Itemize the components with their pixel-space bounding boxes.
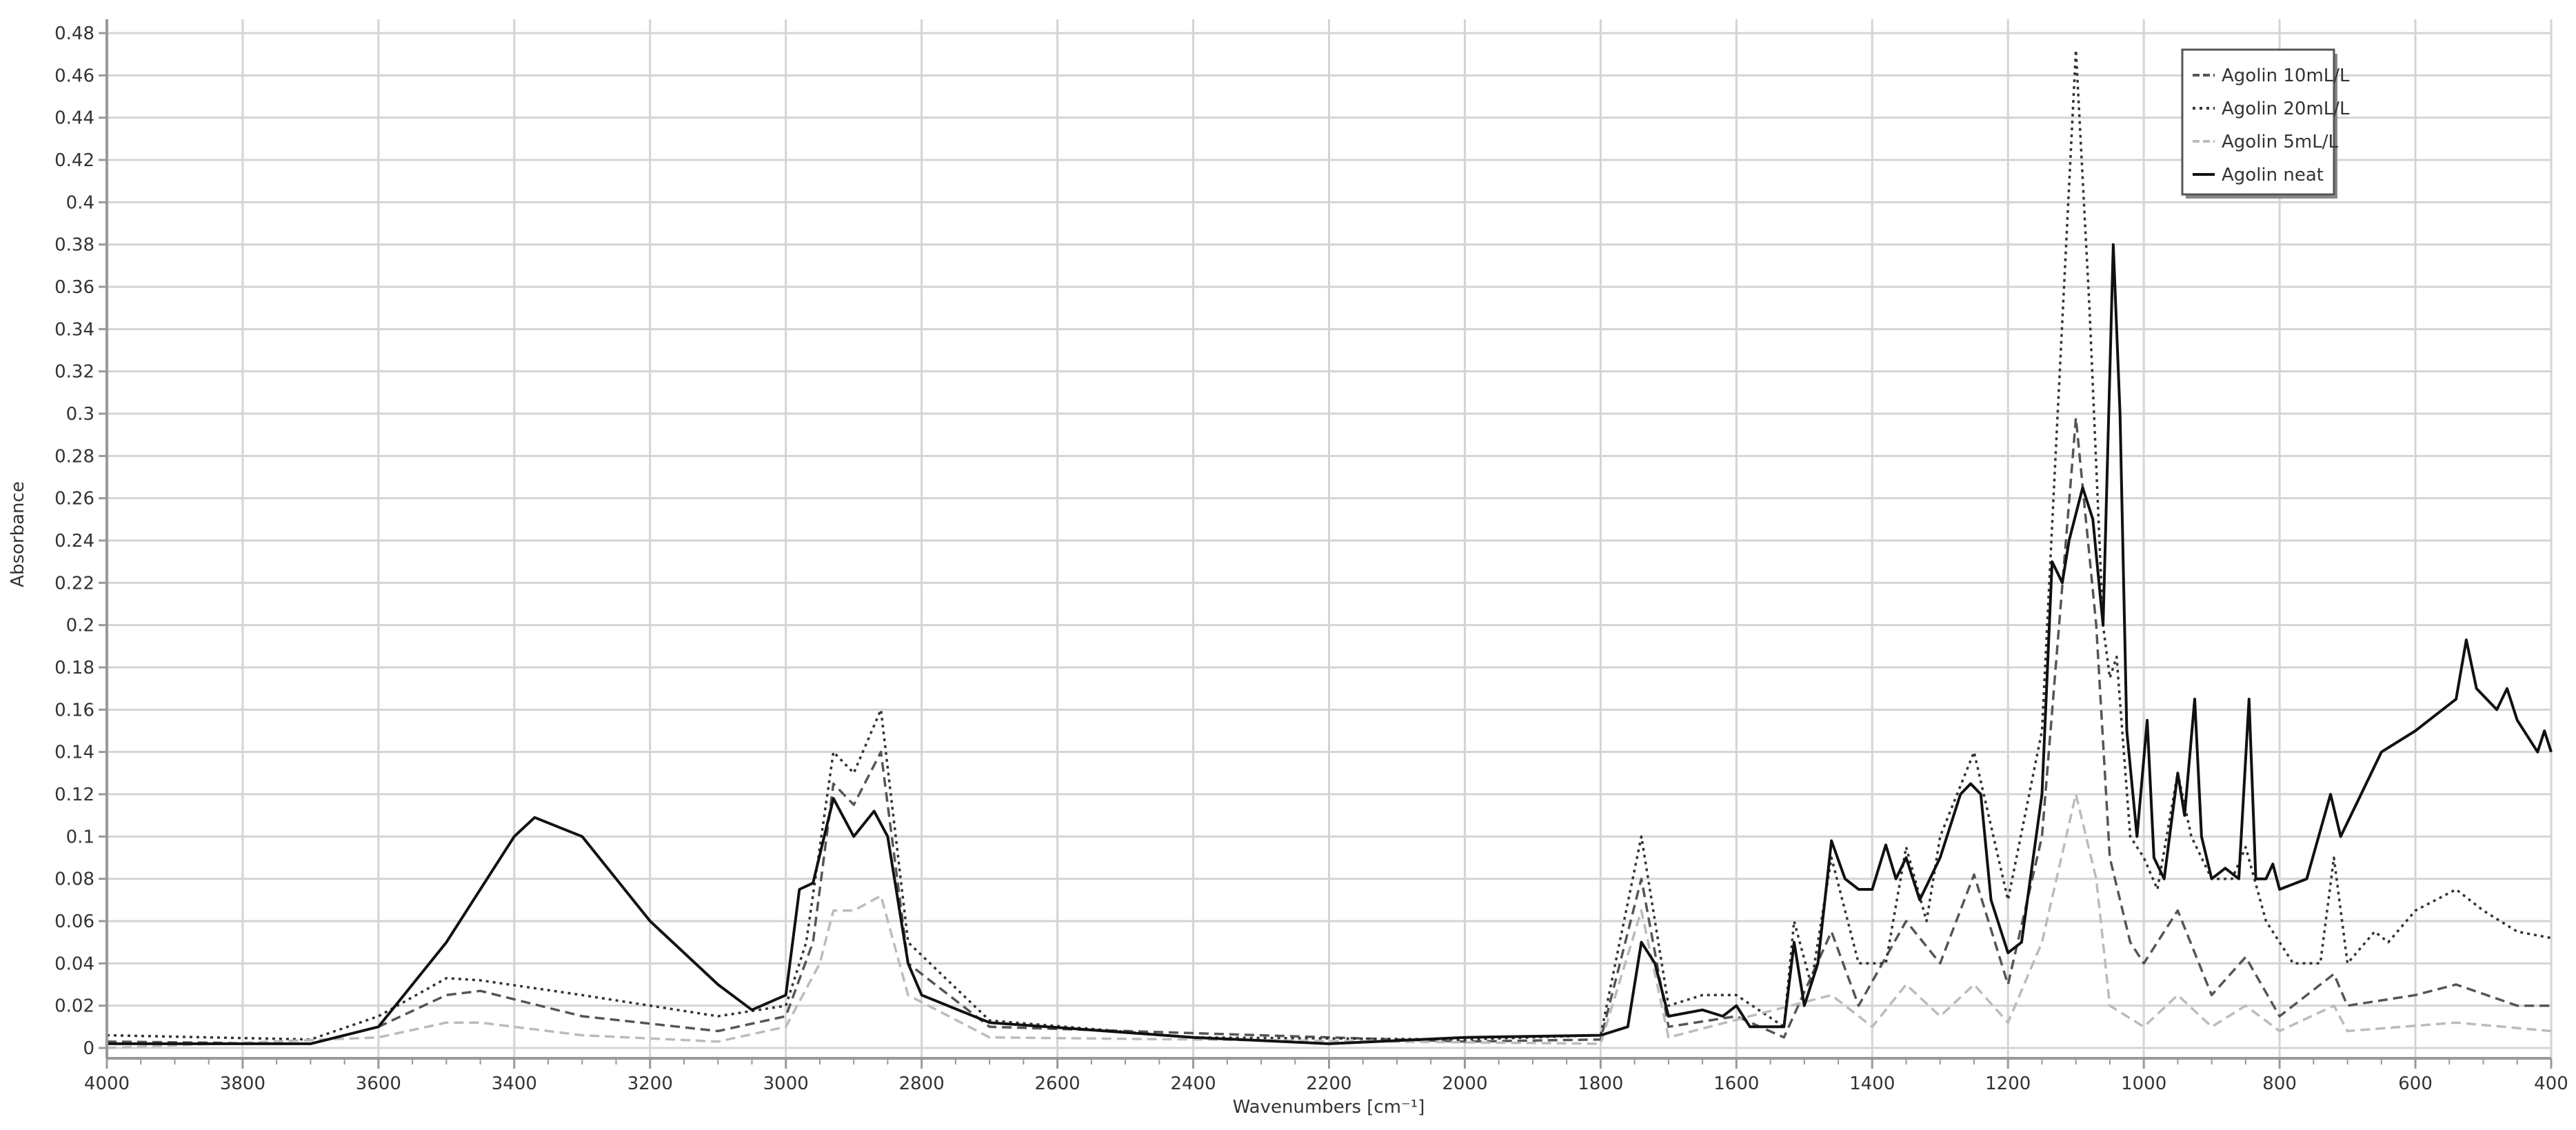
y-tick-label: 0.36 [54, 277, 94, 298]
x-tick-label: 1000 [2121, 1073, 2166, 1094]
y-tick-label: 0.02 [54, 996, 94, 1017]
x-tick-label: 1200 [1985, 1073, 2031, 1094]
y-tick-label: 0.46 [54, 65, 94, 86]
legend: Agolin 10mL/L Agolin 20mL/L Agolin 5mL/L Ag… [2181, 48, 2350, 199]
x-axis-label: Wavenumbers [cm⁻¹] [1233, 1097, 1425, 1118]
x-tick-label: 2200 [1306, 1073, 1351, 1094]
y-tick-label: 0.34 [54, 319, 94, 340]
y-tick-label: 0.18 [54, 658, 94, 678]
x-tick-label: 3600 [356, 1073, 401, 1094]
y-tick-label: 0.3 [66, 404, 94, 425]
y-tick-label: 0.16 [54, 700, 94, 720]
y-tick-label: 0.42 [54, 150, 94, 171]
y-tick-label: 0.04 [54, 954, 94, 974]
y-tick-label: 0.28 [54, 446, 94, 467]
y-tick-label: 0.1 [66, 827, 94, 847]
x-tick-label: 1400 [1849, 1073, 1895, 1094]
y-tick-label: 0 [83, 1038, 94, 1059]
legend-label: Agolin 10mL/L [2222, 65, 2350, 86]
x-tick-label: 400 [2534, 1073, 2568, 1094]
x-tick-label: 3200 [627, 1073, 673, 1094]
y-tick-label: 0.2 [66, 616, 94, 636]
y-tick-label: 0.08 [54, 869, 94, 890]
legend-label: Agolin 20mL/L [2222, 99, 2350, 119]
legend-label: Agolin 5mL/L [2222, 132, 2339, 152]
y-tick-label: 0.44 [54, 108, 94, 129]
x-tick-label: 1800 [1578, 1073, 1623, 1094]
y-tick-label: 0.22 [54, 573, 94, 594]
y-tick-label: 0.06 [54, 911, 94, 932]
x-tick-label: 800 [2262, 1073, 2297, 1094]
y-tick-label: 0.38 [54, 235, 94, 256]
x-tick-label: 3000 [763, 1073, 809, 1094]
ftir-chart: 0 0.02 0.04 0.06 0.08 0.1 0.12 0.14 0.16 0.18 0.2 0… [8, 19, 2568, 1118]
y-tick-label: 0.24 [54, 531, 94, 552]
y-tick-label: 0.32 [54, 362, 94, 383]
x-tick-label: 4000 [84, 1073, 130, 1094]
legend-label: Agolin neat [2222, 165, 2324, 185]
x-tick-label: 1600 [1713, 1073, 1759, 1094]
y-tick-label: 0.48 [54, 23, 94, 44]
y-tick-label: 0.26 [54, 489, 94, 509]
x-tick-label: 2600 [1035, 1073, 1080, 1094]
x-tick-label: 600 [2398, 1073, 2433, 1094]
x-tick-label: 3800 [220, 1073, 265, 1094]
y-tick-label: 0.4 [66, 192, 94, 213]
x-tick-label: 3400 [492, 1073, 537, 1094]
x-tick-label: 2800 [899, 1073, 945, 1094]
x-tick-label: 2000 [1442, 1073, 1487, 1094]
y-axis-label: Absorbance [8, 481, 28, 587]
y-tick-label: 0.14 [54, 743, 94, 763]
y-tick-label: 0.12 [54, 785, 94, 805]
x-tick-label: 2400 [1170, 1073, 1216, 1094]
